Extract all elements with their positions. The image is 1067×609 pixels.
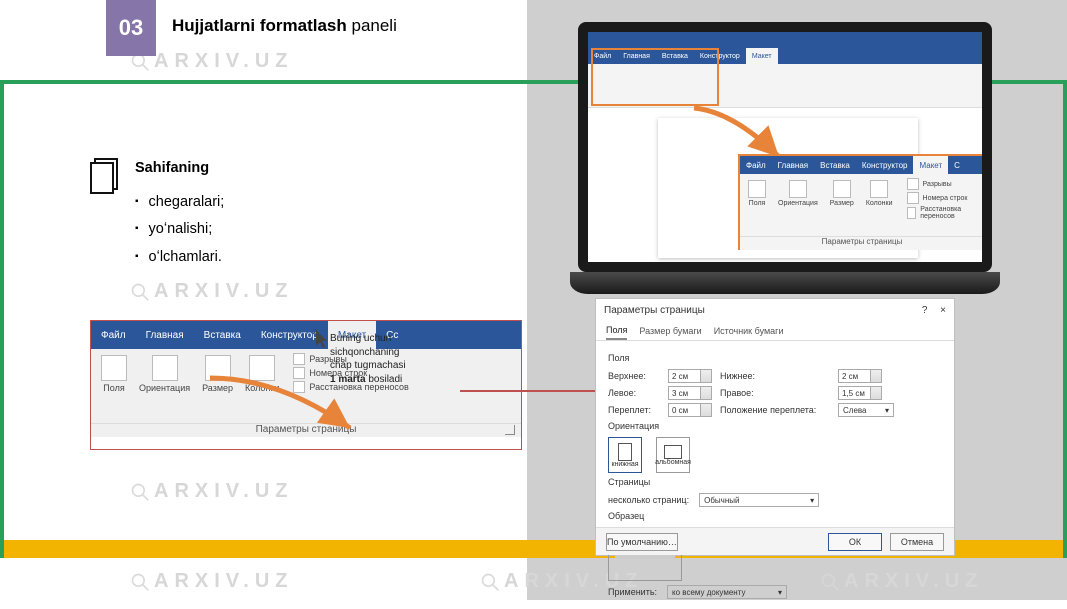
spin-right[interactable]: 1,5 см [838, 386, 882, 400]
watermark: ARXIV.UZ [130, 570, 294, 593]
connector-arrow [460, 390, 600, 392]
spin-top[interactable]: 2 см [668, 369, 712, 383]
ribbon-group-caption: Параметры страницы [740, 236, 984, 250]
label-left: Левое: [608, 388, 660, 398]
document-icon [89, 157, 123, 208]
select-apply[interactable]: ко всему документу [667, 585, 787, 599]
info-item: oʻlchamlari. [135, 244, 455, 272]
dialog-tab-margins[interactable]: Поля [606, 321, 627, 340]
dialog-tabs: Поля Размер бумаги Источник бумаги [596, 321, 954, 341]
ribbon-item-size[interactable]: Размер [826, 178, 858, 232]
cursor-icon [312, 328, 332, 357]
label-bottom: Нижнее: [720, 371, 830, 381]
laptop-base [570, 272, 1000, 294]
label-apply: Применить: [608, 587, 657, 597]
section-number-badge: 03 [106, 0, 156, 56]
ribbon-tab-file[interactable]: Файл [91, 321, 136, 349]
page-setup-dialog: Параметры страницы ? × Поля Размер бумаг… [595, 298, 955, 556]
ribbon-tab-insert[interactable]: Вставка [194, 321, 251, 349]
section-pages: Страницы [608, 477, 942, 487]
ribbon-item-orientation[interactable]: Ориентация [774, 178, 822, 232]
click-instruction: Buning uchun sichqonchaning chap tugmach… [330, 332, 490, 386]
dialog-body: Поля Верхнее: 2 см Нижнее: 2 см Левое: 3… [596, 341, 954, 609]
label-gutter-pos: Положение переплета: [720, 405, 830, 415]
dialog-title: Параметры страницы [604, 305, 705, 316]
spin-gutter[interactable]: 0 см [668, 403, 712, 417]
dialog-footer: По умолчанию… ОК Отмена [596, 527, 954, 555]
laptop-mock: Файл Главная Вставка Конструктор Макет Ф… [570, 22, 1000, 312]
info-item: chegaralari; [135, 189, 455, 217]
dialog-launcher-icon[interactable] [505, 425, 515, 435]
orient-landscape[interactable]: альбомная [656, 437, 690, 473]
info-list: Sahifaning chegaralari; yoʻnalishi; oʻlc… [135, 155, 455, 271]
select-pages[interactable]: Обычный [699, 493, 819, 507]
label-top: Верхнее: [608, 371, 660, 381]
dialog-help-icon[interactable]: ? [922, 305, 928, 316]
section-orientation: Ориентация [608, 421, 942, 431]
spin-left[interactable]: 3 см [668, 386, 712, 400]
ribbon-item-margins[interactable]: Поля [744, 178, 770, 232]
highlight-box [591, 48, 719, 106]
info-item: yoʻnalishi; [135, 216, 455, 244]
laptop-screen: Файл Главная Вставка Конструктор Макет Ф… [578, 22, 992, 272]
section-preview: Образец [608, 511, 942, 521]
orientation-icon [152, 355, 178, 381]
word-titlebar [588, 32, 982, 48]
label-gutter: Переплет: [608, 405, 660, 415]
default-button[interactable]: По умолчанию… [606, 533, 678, 551]
ribbon-item-columns[interactable]: Колонки [862, 178, 897, 232]
label-right: Правое: [720, 388, 830, 398]
label-pages: несколько страниц: [608, 495, 689, 505]
spin-bottom[interactable]: 2 см [838, 369, 882, 383]
info-title: Sahifaning [135, 155, 455, 183]
cancel-button[interactable]: Отмена [890, 533, 944, 551]
ribbon-callout: Файл Главная Вставка Конструктор Макет С… [738, 154, 986, 250]
dialog-close-icon[interactable]: × [940, 305, 946, 316]
dialog-tab-paper[interactable]: Размер бумаги [639, 321, 701, 340]
select-gutter-pos[interactable]: Слева [838, 403, 894, 417]
page-title: Hujjatlarni formatlash paneli [172, 16, 397, 36]
dialog-tab-source[interactable]: Источник бумаги [714, 321, 784, 340]
ribbon-tab-home[interactable]: Главная [136, 321, 194, 349]
ok-button[interactable]: ОК [828, 533, 882, 551]
orient-portrait[interactable]: книжная [608, 437, 642, 473]
margins-icon [101, 355, 127, 381]
section-margins: Поля [608, 353, 942, 363]
dialog-titlebar: Параметры страницы ? × [596, 299, 954, 321]
